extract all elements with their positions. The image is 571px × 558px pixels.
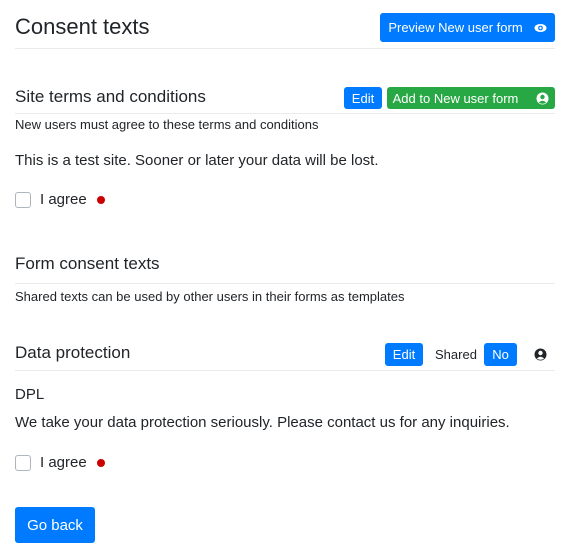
shared-toggle-button[interactable]: No xyxy=(484,343,517,366)
eye-icon xyxy=(534,23,547,33)
data-protection-short-name: DPL xyxy=(15,386,45,403)
data-protection-agree-label: I agree xyxy=(40,454,87,471)
add-to-form-label: Add to New user form xyxy=(392,90,519,106)
title-divider xyxy=(15,48,555,49)
site-terms-body: This is a test site. Sooner or later you… xyxy=(15,152,379,169)
site-terms-divider xyxy=(15,113,555,114)
preview-form-button[interactable]: Preview New user form xyxy=(380,13,555,42)
required-indicator-icon xyxy=(96,458,105,467)
form-consent-heading: Form consent texts xyxy=(15,254,160,273)
go-back-button[interactable]: Go back xyxy=(15,507,95,543)
site-terms-heading: Site terms and conditions xyxy=(15,87,206,106)
site-terms-agree-row: I agree xyxy=(15,191,105,208)
add-to-form-button[interactable]: Add to New user form xyxy=(387,87,555,109)
site-terms-agree-label: I agree xyxy=(40,191,87,208)
site-terms-description: New users must agree to these terms and … xyxy=(15,117,319,132)
site-terms-agree-checkbox[interactable] xyxy=(15,191,31,208)
data-protection-divider xyxy=(15,370,555,371)
user-circle-icon xyxy=(536,92,549,105)
user-circle-icon xyxy=(534,348,547,361)
data-protection-edit-button[interactable]: Edit xyxy=(385,343,423,366)
data-protection-heading: Data protection xyxy=(15,343,131,362)
form-consent-divider xyxy=(15,283,555,284)
data-protection-agree-row: I agree xyxy=(15,454,105,471)
page-title: Consent texts xyxy=(15,14,150,39)
data-protection-body: We take your data protection seriously. … xyxy=(15,414,510,431)
preview-form-label: Preview New user form xyxy=(388,20,523,35)
required-indicator-icon xyxy=(96,195,105,204)
form-consent-description: Shared texts can be used by other users … xyxy=(15,289,405,304)
site-terms-edit-button[interactable]: Edit xyxy=(344,87,382,109)
shared-label: Shared xyxy=(435,347,477,362)
data-protection-agree-checkbox[interactable] xyxy=(15,454,31,471)
